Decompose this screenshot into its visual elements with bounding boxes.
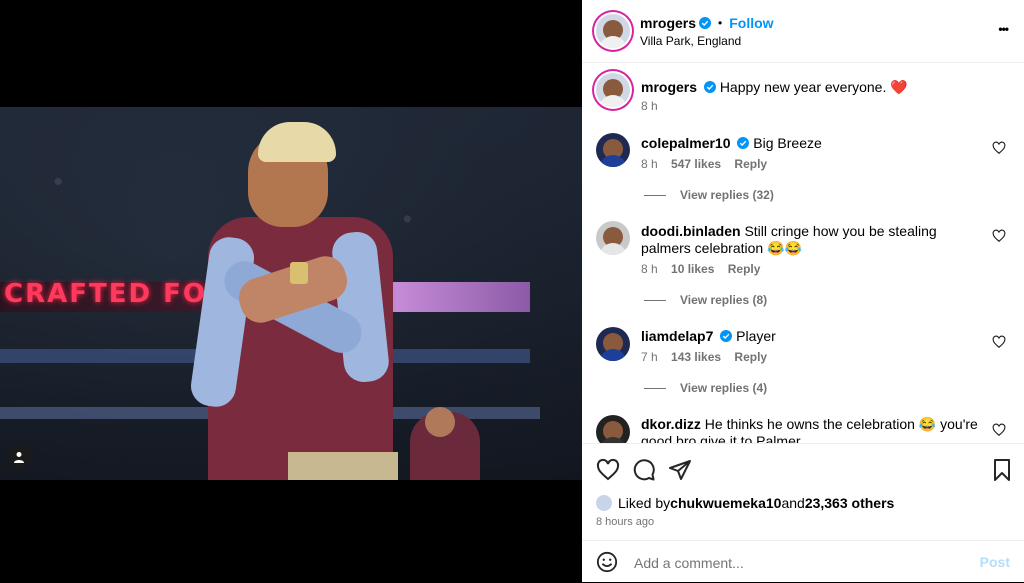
comment-text: Big Breeze — [753, 135, 822, 151]
follow-button[interactable]: Follow — [729, 15, 773, 31]
comment-text-row: dkor.dizz He thinks he owns the celebrat… — [641, 416, 986, 443]
comment-likes[interactable]: 143 likes — [671, 350, 721, 364]
like-comment-heart-icon[interactable] — [992, 229, 1006, 243]
comment-likes[interactable]: 547 likes — [671, 157, 721, 171]
commenter-username[interactable]: colepalmer10 — [641, 135, 731, 151]
comment-item: dkor.dizz He thinks he owns the celebrat… — [596, 415, 1016, 443]
caption-username[interactable]: mrogers — [641, 79, 697, 95]
comment-text-row: liamdelap7 Player — [641, 328, 986, 345]
instagram-post-modal: CRAFTED FOR mrogers • Follow Villa Park,… — [0, 0, 1024, 582]
post-details-panel: mrogers • Follow Villa Park, England •••… — [582, 0, 1024, 582]
comment-likes[interactable]: 10 likes — [671, 262, 714, 276]
commenter-username[interactable]: liamdelap7 — [641, 328, 713, 344]
post-media[interactable]: CRAFTED FOR — [0, 0, 582, 582]
emoji-picker-icon[interactable] — [596, 551, 618, 573]
comment-time[interactable]: 7 h — [641, 350, 658, 364]
commenter-avatar[interactable] — [596, 327, 630, 361]
view-replies-button[interactable]: View replies (4) — [644, 381, 767, 395]
caption-text-row: mrogers Happy new year everyone. ❤️ — [641, 79, 986, 96]
comment-bubble-icon[interactable] — [632, 458, 656, 482]
background-player-head — [425, 407, 455, 437]
club-crest — [290, 262, 308, 284]
comment-time[interactable]: 8 h — [641, 262, 658, 276]
reply-button[interactable]: Reply — [728, 262, 761, 276]
share-send-icon[interactable] — [668, 458, 692, 482]
reply-button[interactable]: Reply — [734, 157, 767, 171]
header-title-row: mrogers • Follow — [640, 15, 774, 31]
commenter-avatar[interactable] — [596, 221, 630, 255]
liked-by-prefix: Liked by — [618, 495, 671, 511]
verified-badge-icon — [703, 81, 716, 93]
post-actions: Liked by chukwuemeka10 and 23,363 others… — [582, 443, 1024, 541]
comment-meta: 8 h 10 likes Reply — [641, 262, 770, 276]
comment-item: doodi.binladen Still cringe how you be s… — [596, 221, 1016, 311]
comment-input[interactable] — [632, 551, 956, 575]
avatar-body — [599, 95, 627, 107]
post-header: mrogers • Follow Villa Park, England ••• — [582, 0, 1024, 63]
verified-badge-icon — [699, 17, 712, 29]
comment-time[interactable]: 8 h — [641, 157, 658, 171]
add-comment-bar: Post — [582, 540, 1024, 583]
avatar-body — [599, 36, 627, 48]
commenter-avatar[interactable] — [596, 133, 630, 167]
caption-text: Happy new year everyone. ❤️ — [719, 79, 908, 95]
avatar-body — [599, 243, 627, 255]
verified-badge-icon — [737, 137, 750, 149]
like-comment-heart-icon[interactable] — [992, 335, 1006, 349]
comment-meta: 8 h 547 likes Reply — [641, 157, 777, 171]
view-replies-label: View replies (32) — [680, 188, 774, 202]
like-comment-heart-icon[interactable] — [992, 141, 1006, 155]
view-replies-button[interactable]: View replies (32) — [644, 188, 774, 202]
liker-avatar — [596, 495, 612, 511]
like-comment-heart-icon[interactable] — [992, 423, 1006, 437]
banner-text: CRAFTED FOR — [4, 279, 229, 309]
caption-time[interactable]: 8 h — [641, 99, 658, 113]
liked-by-row[interactable]: Liked by chukwuemeka10 and 23,363 others — [596, 495, 894, 511]
post-comment-button[interactable]: Post — [980, 554, 1010, 570]
commenter-username[interactable]: dkor.dizz — [641, 416, 701, 432]
comment-text-row: colepalmer10 Big Breeze — [641, 135, 986, 152]
replies-line — [644, 387, 666, 389]
commenter-username[interactable]: doodi.binladen — [641, 223, 741, 239]
comments-list[interactable]: mrogers Happy new year everyone. ❤️ 8 h — [582, 63, 1024, 443]
comment-meta: 7 h 143 likes Reply — [641, 350, 777, 364]
caption-author-avatar[interactable] — [596, 73, 630, 107]
view-replies-button[interactable]: View replies (8) — [644, 293, 767, 307]
post-timestamp[interactable]: 8 hours ago — [596, 516, 654, 528]
replies-line — [644, 299, 666, 301]
post-photo[interactable]: CRAFTED FOR — [0, 107, 582, 480]
avatar-body — [599, 155, 627, 167]
commenter-avatar[interactable] — [596, 415, 630, 443]
header-separator: • — [718, 16, 723, 30]
avatar-body — [599, 349, 627, 361]
author-avatar[interactable] — [596, 14, 630, 48]
comment-item: liamdelap7 Player 7 h 143 likes Reply Vi… — [596, 327, 1016, 397]
view-replies-label: View replies (4) — [680, 381, 768, 395]
like-heart-icon[interactable] — [596, 458, 620, 482]
tagged-users-icon[interactable] — [7, 445, 31, 469]
person-icon — [14, 452, 24, 463]
save-bookmark-icon[interactable] — [990, 458, 1014, 482]
more-options-icon[interactable]: ••• — [998, 22, 1009, 36]
caption-meta: 8 h — [641, 99, 668, 113]
liked-by-middle: and — [781, 495, 805, 511]
replies-line — [644, 194, 666, 196]
likes-count[interactable]: 23,363 others — [805, 495, 895, 511]
post-location[interactable]: Villa Park, England — [640, 34, 741, 48]
liked-by-user[interactable]: chukwuemeka10 — [670, 495, 781, 511]
author-username[interactable]: mrogers — [640, 15, 696, 31]
player-shorts — [288, 452, 398, 480]
comment-item: colepalmer10 Big Breeze 8 h 547 likes Re… — [596, 133, 1016, 203]
player-hair — [258, 122, 336, 162]
view-replies-label: View replies (8) — [680, 293, 768, 307]
caption: mrogers Happy new year everyone. ❤️ 8 h — [596, 73, 1016, 113]
celebrating-player — [188, 122, 398, 480]
comment-text: Player — [736, 328, 776, 344]
comment-text-row: doodi.binladen Still cringe how you be s… — [641, 223, 986, 257]
verified-badge-icon — [720, 330, 733, 342]
reply-button[interactable]: Reply — [734, 350, 767, 364]
